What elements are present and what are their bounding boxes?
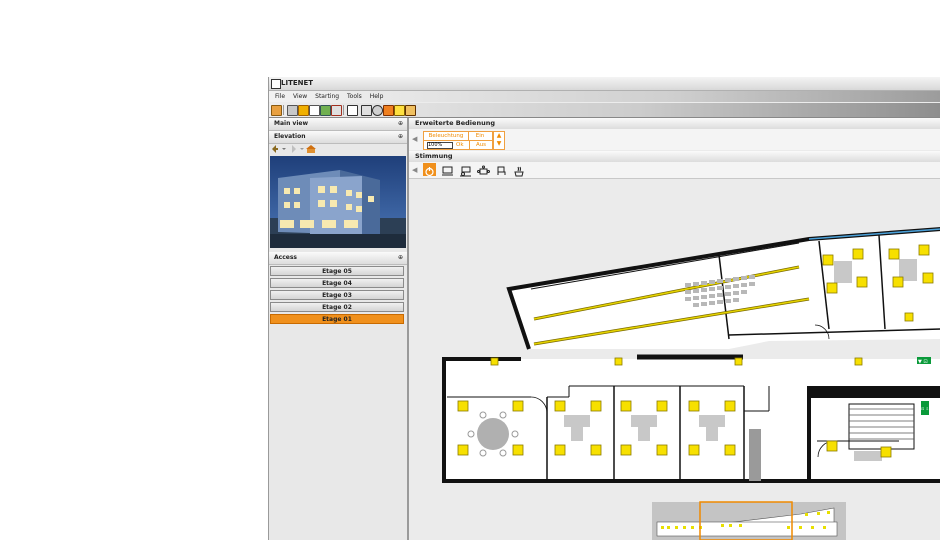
home-icon[interactable]: [306, 145, 316, 153]
tools-icon[interactable]: [405, 105, 416, 116]
pin-icon[interactable]: ⊕: [398, 131, 403, 143]
application-window: LITENET File View Starting Tools Help Ma…: [268, 77, 940, 540]
sidebar: Main view ⊕ Elevation ⊕ Access ⊕ Etage 0…: [269, 118, 409, 540]
nav-arrows: [272, 145, 316, 153]
log-icon[interactable]: [383, 105, 394, 116]
pin-icon[interactable]: ⊕: [398, 118, 403, 130]
presentation-icon[interactable]: [459, 163, 472, 177]
menu-bar: File View Starting Tools Help: [269, 91, 940, 102]
elevation-nav: [271, 144, 401, 154]
main-view-label: Main view: [274, 120, 309, 127]
floor-button-etage-04[interactable]: Etage 04: [270, 278, 404, 288]
main-area: Erweiterte Bedienung ◀ Beleuchtung Ein 1…: [409, 118, 940, 540]
chair-icon[interactable]: [495, 163, 508, 176]
lighting-control: Beleuchtung Ein 100% Ok Aus: [423, 131, 493, 150]
floor-button-etage-05[interactable]: Etage 05: [270, 266, 404, 276]
floor-plan[interactable]: ▼ ⊡ ⊡ ⇩: [409, 179, 940, 540]
back-arrow-icon[interactable]: [272, 145, 278, 153]
exit-sign-label: ⊡ ⇩: [921, 406, 929, 411]
mood-title: Stimmung: [415, 152, 453, 160]
elevation-label: Elevation: [274, 133, 306, 140]
dropdown-arrow-icon[interactable]: [300, 148, 304, 150]
scroll-left-icon[interactable]: ◀: [412, 165, 418, 175]
forward-arrow-icon[interactable]: [292, 145, 296, 153]
dim-level-field[interactable]: 100%: [427, 142, 453, 149]
toolbar-divider: [343, 105, 344, 115]
light-icon[interactable]: [394, 105, 405, 116]
building-photo: [270, 156, 406, 248]
down-arrow-icon[interactable]: ▼: [494, 140, 504, 148]
meeting-icon[interactable]: [477, 163, 490, 176]
access-header[interactable]: Access ⊕: [269, 252, 407, 265]
warning-icon[interactable]: [298, 105, 309, 116]
network-icon[interactable]: [372, 105, 383, 116]
floor-button-etage-03[interactable]: Etage 03: [270, 290, 404, 300]
menu-file[interactable]: File: [275, 91, 285, 102]
menu-starting[interactable]: Starting: [315, 91, 339, 102]
toolbar: [269, 103, 940, 118]
ok-button[interactable]: Ok: [456, 141, 464, 149]
elevation-header[interactable]: Elevation ⊕: [269, 131, 407, 144]
off-button[interactable]: Aus: [469, 141, 492, 149]
document-icon[interactable]: [309, 105, 320, 116]
exit-sign-label: ▼ ⊡: [918, 359, 928, 365]
workstation-icon[interactable]: [441, 163, 454, 176]
advanced-control-panel: ◀ Beleuchtung Ein 100% Ok Aus ▲ ▼: [409, 129, 940, 150]
power-icon[interactable]: [423, 163, 436, 177]
floor-button-etage-01[interactable]: Etage 01: [270, 314, 404, 324]
title-bar: LITENET: [269, 77, 940, 91]
coffee-icon[interactable]: [513, 163, 526, 177]
floor-button-etage-02[interactable]: Etage 02: [270, 302, 404, 312]
main-view-header[interactable]: Main view ⊕: [269, 118, 407, 131]
chart-icon[interactable]: [320, 105, 331, 116]
building-icon[interactable]: [361, 105, 372, 116]
menu-tools[interactable]: Tools: [347, 91, 362, 102]
dropdown-arrow-icon[interactable]: [282, 148, 286, 150]
exit-icon[interactable]: [331, 105, 342, 116]
overview-minimap[interactable]: [652, 501, 846, 540]
on-button[interactable]: Ein: [469, 132, 491, 140]
menu-help[interactable]: Help: [370, 91, 384, 102]
settings-icon[interactable]: [287, 105, 298, 116]
window-icon[interactable]: [347, 105, 358, 116]
access-label: Access: [274, 254, 297, 261]
toolbar-divider: [283, 105, 284, 115]
advanced-control-title: Erweiterte Bedienung: [415, 119, 495, 127]
scroll-left-icon[interactable]: ◀: [412, 134, 418, 144]
mood-bar: ◀: [409, 162, 940, 179]
folder-open-icon[interactable]: [271, 105, 282, 116]
menu-view[interactable]: View: [293, 91, 307, 102]
pin-icon[interactable]: ⊕: [398, 252, 403, 264]
level-stepper[interactable]: ▲ ▼: [493, 131, 505, 150]
up-arrow-icon[interactable]: ▲: [494, 132, 504, 140]
upper-wing: [506, 227, 940, 350]
lighting-label: Beleuchtung: [424, 132, 469, 140]
app-icon: [271, 79, 281, 89]
window-title: LITENET: [281, 79, 314, 87]
